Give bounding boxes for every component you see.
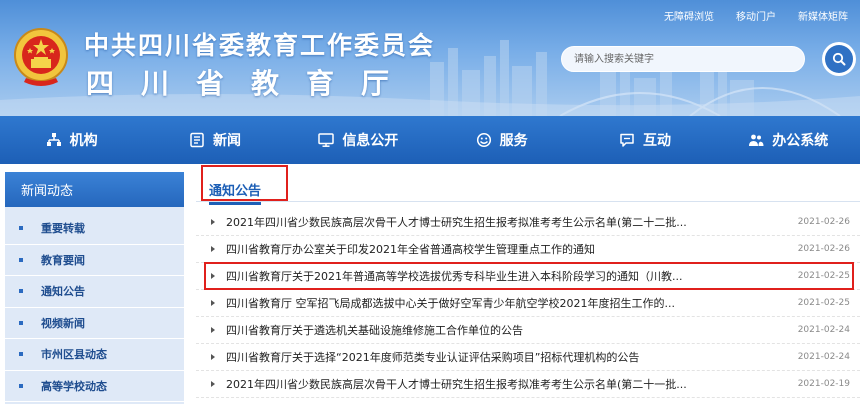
bullet-icon (19, 257, 23, 262)
service-icon (476, 132, 491, 148)
highlight-box-notice-row (204, 262, 854, 290)
list-item[interactable]: 四川省教育厅关于遴选机关基础设施维修施工合作单位的公告 2021-02-24 (196, 317, 860, 344)
site-title: 中共四川省委教育工作委员会 (84, 31, 436, 60)
nav-label: 机构 (69, 133, 98, 149)
chat-icon (620, 133, 634, 147)
arrow-right-icon (211, 300, 215, 306)
nav-label: 新闻 (212, 133, 241, 149)
top-links: 无障碍浏览 移动门户 新媒体矩阵 (664, 8, 848, 23)
sidebar-item-label: 视频新闻 (41, 316, 85, 330)
notice-list: 2021年四川省少数民族高层次骨干人才博士研究生招生报考拟准考考生公示名单(第二… (196, 209, 860, 398)
sidebar-item-label: 高等学校动态 (41, 379, 107, 393)
notice-title: 四川省教育厅关于选择“2021年度师范类专业认证评估采购项目”招标代理机构的公告 (226, 351, 640, 364)
org-icon (46, 133, 61, 146)
arrow-right-icon (211, 327, 215, 333)
notice-title: 2021年四川省少数民族高层次骨干人才博士研究生招生报考拟准考考生公示名单(第二… (226, 216, 687, 229)
bullet-icon (19, 320, 23, 325)
arrow-right-icon (211, 354, 215, 360)
bullet-icon (19, 289, 23, 294)
list-item[interactable]: 四川省教育厅关于选择“2021年度师范类专业认证评估采购项目”招标代理机构的公告… (196, 344, 860, 371)
sidebar-list: 重要转载 教育要闻 通知公告 视频新闻 市州区县动态 高等学校动态 (5, 207, 184, 404)
bullet-icon (19, 226, 23, 231)
new-media-link[interactable]: 新媒体矩阵 (798, 8, 848, 23)
sidebar-item-city-county-news[interactable]: 市州区县动态 (5, 339, 184, 371)
notice-title: 2021年四川省少数民族高层次骨干人才博士研究生招生报考拟准考考生公示名单(第二… (226, 378, 687, 391)
sidebar-item-video-news[interactable]: 视频新闻 (5, 308, 184, 339)
notice-title: 四川省教育厅办公室关于印发2021年全省普通高校学生管理重点工作的通知 (226, 243, 595, 256)
notice-title: 四川省教育厅关于遴选机关基础设施维修施工合作单位的公告 (226, 324, 523, 337)
main-nav: 机构 新闻 信息公开 服务 互动 办公系统 (0, 116, 860, 164)
notice-date: 2021-02-25 (797, 298, 850, 308)
nav-item-service[interactable]: 服务 (430, 116, 573, 164)
sidebar-item-education-news[interactable]: 教育要闻 (5, 245, 184, 276)
people-icon (749, 134, 764, 146)
sidebar-item-label: 通知公告 (41, 285, 85, 299)
highlight-box-section-title (201, 165, 288, 201)
bullet-icon (19, 383, 23, 388)
accessibility-link[interactable]: 无障碍浏览 (664, 8, 714, 23)
list-item[interactable]: 2021年四川省少数民族高层次骨干人才博士研究生招生报考拟准考考生公示名单(第二… (196, 371, 860, 398)
monitor-icon (318, 133, 335, 147)
arrow-right-icon (211, 381, 215, 387)
nav-item-info-disclosure[interactable]: 信息公开 (287, 116, 430, 164)
notice-title: 四川省教育厅 空军招飞局成都选拔中心关于做好空军青少年航空学校2021年度招生工… (226, 297, 675, 310)
nav-label: 办公系统 (772, 133, 829, 149)
sidebar-item-university-news[interactable]: 高等学校动态 (5, 371, 184, 402)
nav-label: 信息公开 (342, 133, 399, 149)
sidebar: 新闻动态 重要转载 教育要闻 通知公告 视频新闻 市州区县动态 高等学校动态 (5, 172, 184, 404)
sidebar-item-label: 市州区县动态 (41, 348, 107, 362)
nav-item-news[interactable]: 新闻 (143, 116, 286, 164)
notice-date: 2021-02-19 (797, 379, 850, 389)
news-icon (190, 132, 204, 148)
national-emblem-icon (14, 28, 68, 86)
sidebar-item-label: 重要转载 (41, 222, 85, 236)
list-item[interactable]: 四川省教育厅 空军招飞局成都选拔中心关于做好空军青少年航空学校2021年度招生工… (196, 290, 860, 317)
notice-date: 2021-02-26 (797, 217, 850, 227)
section-header: 通知公告 (196, 164, 860, 205)
list-item[interactable]: 2021年四川省少数民族高层次骨干人才博士研究生招生报考拟准考考生公示名单(第二… (196, 209, 860, 236)
site-header: 中共四川省委教育工作委员会 四川省教育厅 无障碍浏览 移动门户 新媒体矩阵 (0, 0, 860, 116)
nav-item-interact[interactable]: 互动 (573, 116, 716, 164)
nav-item-office-system[interactable]: 办公系统 (717, 116, 860, 164)
sidebar-item-important-reprints[interactable]: 重要转载 (5, 213, 184, 245)
notice-date: 2021-02-26 (797, 244, 850, 254)
sidebar-item-label: 教育要闻 (41, 253, 85, 267)
search-icon (825, 45, 853, 73)
search-button[interactable] (822, 42, 856, 76)
search-input[interactable] (561, 46, 805, 72)
nav-label: 服务 (499, 133, 528, 149)
site-subtitle: 四川省教育厅 (86, 67, 417, 100)
sidebar-item-notices[interactable]: 通知公告 (5, 276, 184, 308)
list-item[interactable]: 四川省教育厅办公室关于印发2021年全省普通高校学生管理重点工作的通知 2021… (196, 236, 860, 263)
arrow-right-icon (211, 246, 215, 252)
bullet-icon (19, 352, 23, 357)
notice-date: 2021-02-24 (797, 352, 850, 362)
nav-label: 互动 (642, 133, 671, 149)
nav-item-org[interactable]: 机构 (0, 116, 143, 164)
notice-date: 2021-02-24 (797, 325, 850, 335)
mobile-portal-link[interactable]: 移动门户 (736, 8, 776, 23)
arrow-right-icon (211, 219, 215, 225)
sidebar-title: 新闻动态 (5, 172, 184, 207)
